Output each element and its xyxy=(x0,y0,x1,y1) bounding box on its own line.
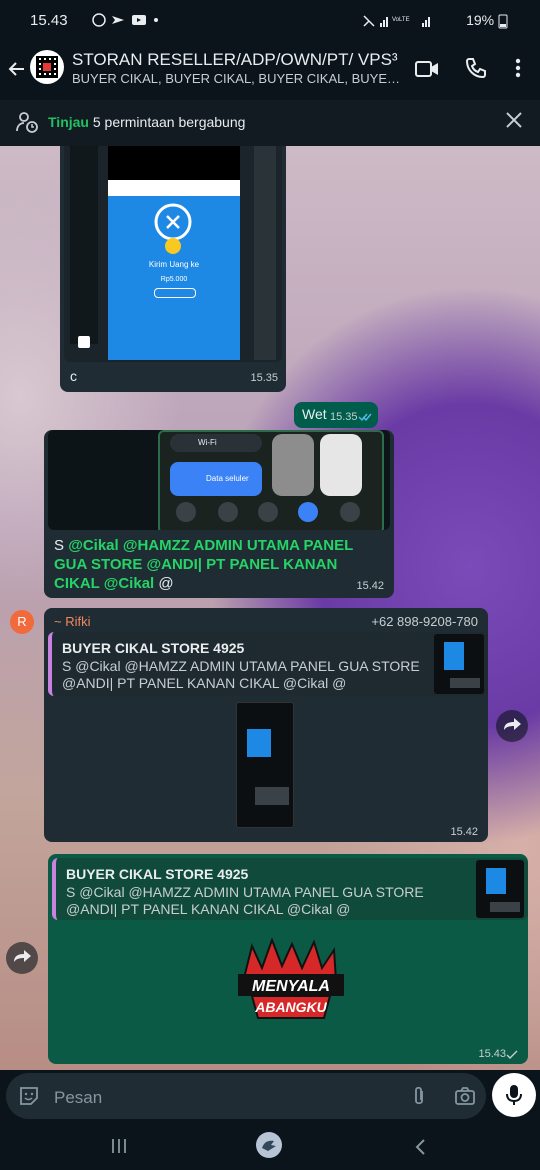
message-outgoing-bubble[interactable]: BUYER CIKAL STORE 4925 S @Cikal @HAMZZ A… xyxy=(48,854,528,1064)
back-arrow-icon[interactable] xyxy=(8,58,26,84)
person-clock-icon xyxy=(16,111,38,133)
message-time: 15.43 xyxy=(478,1048,506,1060)
mic-button[interactable] xyxy=(492,1073,536,1117)
group-avatar[interactable] xyxy=(30,50,64,84)
quoted-thumbnail xyxy=(434,634,484,694)
chat-header: STORAN RESELLER/ADP/OWN/PT/ VPS³ BUYER C… xyxy=(0,44,540,100)
join-requests-banner[interactable]: Tinjau 5 permintaan bergabung xyxy=(0,100,540,147)
forward-icon xyxy=(504,718,521,730)
quoted-title: BUYER CIKAL STORE 4925 xyxy=(62,640,245,656)
notification-icons xyxy=(92,12,170,31)
back-nav-icon[interactable] xyxy=(414,1138,426,1156)
sender-avatar[interactable]: R xyxy=(10,610,34,634)
close-icon[interactable] xyxy=(504,110,524,130)
attached-image[interactable] xyxy=(236,702,294,828)
system-nav-bar xyxy=(0,1124,540,1170)
transfer-title: Kirim Uang ke xyxy=(148,260,200,269)
quoted-body: S @Cikal @HAMZZ ADMIN UTAMA PANEL GUA ST… xyxy=(66,884,424,917)
home-button[interactable] xyxy=(256,1132,282,1158)
quoted-title: BUYER CIKAL STORE 4925 xyxy=(66,866,249,882)
video-call-icon[interactable] xyxy=(414,56,444,86)
message-input[interactable]: Pesan xyxy=(6,1073,486,1119)
message-outgoing-bubble[interactable]: Wet 15.35 xyxy=(294,402,378,428)
group-members[interactable]: BUYER CIKAL, BUYER CIKAL, BUYER CIKAL, B… xyxy=(72,71,407,86)
message-input-bar: Pesan xyxy=(0,1070,540,1124)
message-caption: c xyxy=(70,368,77,384)
mobile-data-tile: Data seluler xyxy=(170,462,262,496)
message-reply-bubble[interactable]: ~ Rifki +62 898-9208-780 BUYER CIKAL STO… xyxy=(44,608,488,842)
chat-area[interactable]: Kirim Uang ke Rp5.000 c 15.35 Wet 15.35 … xyxy=(0,146,540,1070)
status-time: 15.43 xyxy=(30,12,68,29)
transfer-screen: Kirim Uang ke Rp5.000 xyxy=(108,180,240,360)
sender-phone: +62 898-9208-780 xyxy=(371,614,478,629)
read-receipt-icon xyxy=(358,413,372,422)
caption-suffix: @ xyxy=(158,575,174,592)
forward-button[interactable] xyxy=(6,942,38,974)
menyala-sticker[interactable]: MENYALA ABANGKU xyxy=(224,937,354,1028)
more-options-icon[interactable] xyxy=(508,56,538,86)
battery-icon xyxy=(498,14,508,29)
control-panel-image[interactable]: Wi-Fi Data seluler xyxy=(48,430,390,530)
system-status: VoLTE 19% xyxy=(362,12,508,29)
transfer-amount: Rp5.000 xyxy=(160,276,188,283)
message-time: 15.35 xyxy=(330,411,358,423)
phone-call-icon[interactable] xyxy=(464,56,494,86)
close-circle-icon xyxy=(154,203,192,241)
sticker-icon xyxy=(20,1087,38,1105)
join-count-text: 5 permintaan bergabung xyxy=(92,114,246,130)
recent-apps-icon[interactable] xyxy=(110,1138,128,1154)
wifi-tile: Wi-Fi xyxy=(170,434,262,452)
join-banner-text: Tinjau 5 permintaan bergabung xyxy=(48,114,245,130)
input-placeholder: Pesan xyxy=(54,1088,103,1107)
quoted-message[interactable]: BUYER CIKAL STORE 4925 S @Cikal @HAMZZ A… xyxy=(52,858,528,920)
review-link[interactable]: Tinjau xyxy=(48,114,89,130)
group-title[interactable]: STORAN RESELLER/ADP/OWN/PT/ VPS³ xyxy=(72,50,407,70)
sticker-text-top: MENYALA xyxy=(252,978,330,995)
message-time: 15.42 xyxy=(356,580,384,592)
status-bar: 15.43 VoLTE 19% xyxy=(0,0,540,44)
battery-percent: 19% xyxy=(466,12,495,28)
home-icon xyxy=(262,1140,276,1151)
sticker-text-bottom: ABANGKU xyxy=(254,999,327,1015)
quoted-message[interactable]: BUYER CIKAL STORE 4925 S @Cikal @HAMZZ A… xyxy=(48,632,488,696)
caption-mentions[interactable]: @Cikal @HAMZZ ADMIN UTAMA PANEL GUA STOR… xyxy=(54,537,353,592)
forward-icon xyxy=(14,950,31,962)
caption-prefix: S xyxy=(54,537,65,554)
attach-icon[interactable] xyxy=(410,1085,428,1107)
message-image-bubble[interactable]: Wi-Fi Data seluler S @Cikal @HAMZZ ADMIN… xyxy=(44,430,394,598)
forward-button[interactable] xyxy=(496,710,528,742)
svg-text:VoLTE: VoLTE xyxy=(392,17,410,23)
sent-check-icon xyxy=(506,1050,518,1059)
sender-name[interactable]: ~ Rifki xyxy=(54,614,90,629)
camera-icon[interactable] xyxy=(454,1085,476,1107)
quoted-body: S @Cikal @HAMZZ ADMIN UTAMA PANEL GUA ST… xyxy=(62,658,420,691)
message-time: 15.42 xyxy=(450,826,478,838)
screenshot-image[interactable]: Kirim Uang ke Rp5.000 xyxy=(64,146,282,362)
message-text: Wet xyxy=(302,406,327,422)
quoted-thumbnail xyxy=(476,860,524,918)
message-image-bubble[interactable]: Kirim Uang ke Rp5.000 c 15.35 xyxy=(60,146,286,392)
message-time: 15.35 xyxy=(250,372,278,384)
message-caption: S @Cikal @HAMZZ ADMIN UTAMA PANEL GUA ST… xyxy=(54,536,384,593)
microphone-icon xyxy=(506,1085,522,1105)
